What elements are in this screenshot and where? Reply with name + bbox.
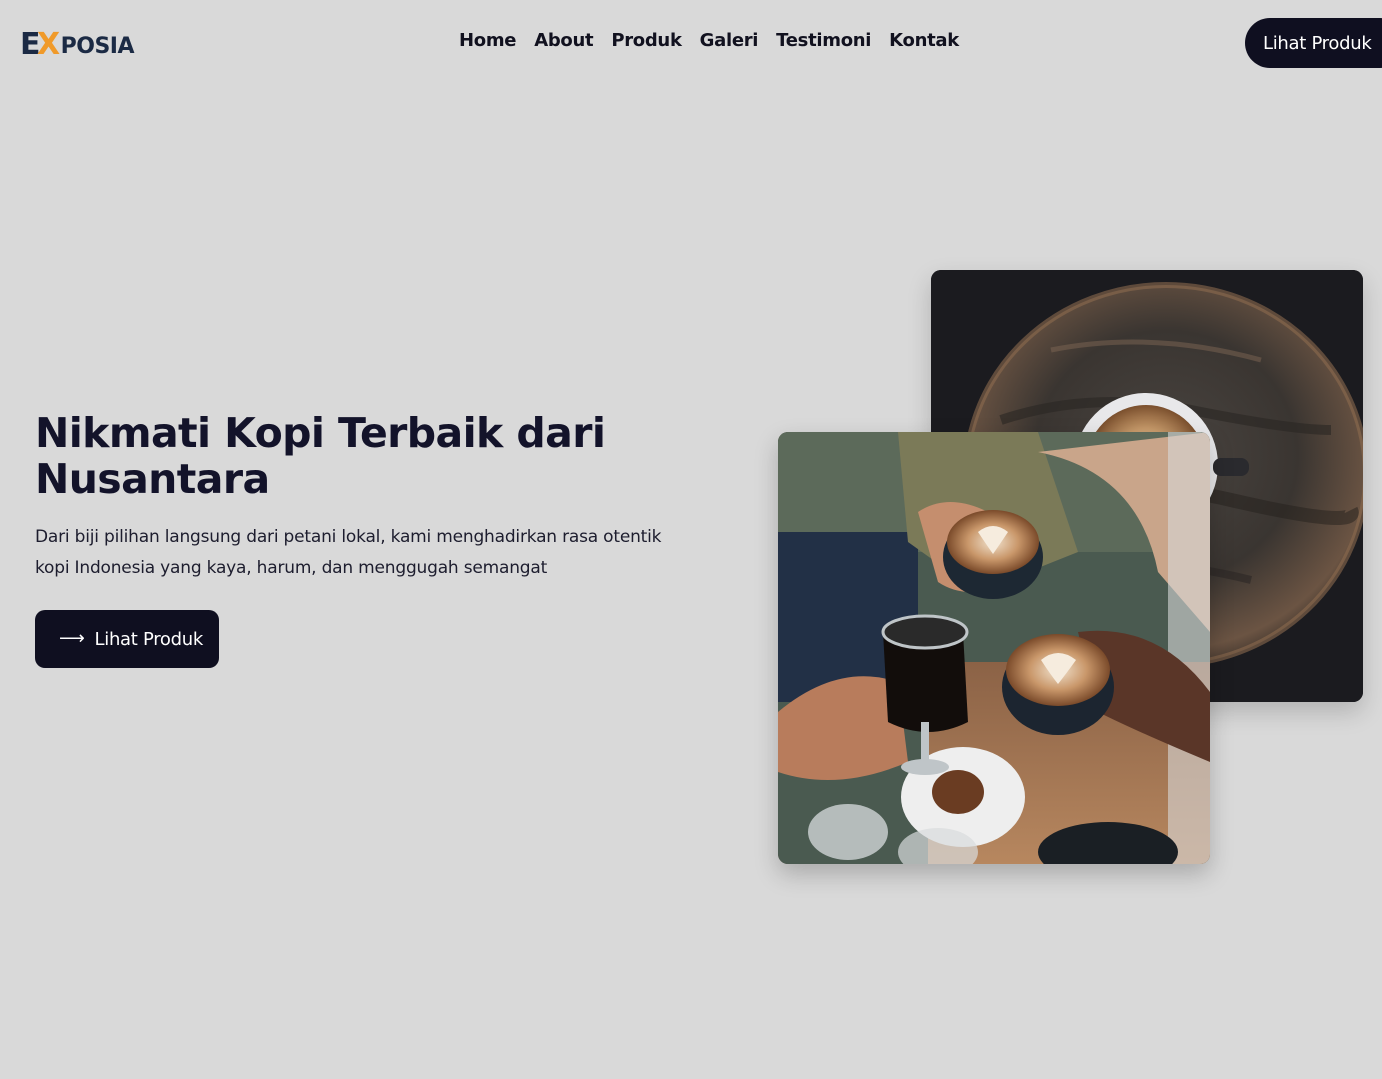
coffee-toast-illustration (778, 432, 1210, 864)
nav-link-about[interactable]: About (534, 30, 593, 51)
nav-item-home: Home (459, 30, 517, 51)
nav-link-produk[interactable]: Produk (611, 30, 682, 51)
hero-lihat-produk-button[interactable]: ⟶ Lihat Produk (35, 610, 219, 668)
nav-item-produk: Produk (611, 30, 682, 51)
main-nav: Home About Produk Galeri Testimoni Konta… (459, 30, 959, 51)
hero-title: Nikmati Kopi Terbaik dari Nusantara (35, 409, 606, 503)
nav-link-kontak[interactable]: Kontak (889, 30, 959, 51)
nav-link-testimoni[interactable]: Testimoni (776, 30, 871, 51)
logo-letter-x: X (37, 27, 60, 62)
hero-button-label: Lihat Produk (94, 628, 204, 650)
hero-description: Dari biji pilihan langsung dari petani l… (35, 527, 662, 578)
header-lihat-produk-button[interactable]: Lihat Produk (1245, 18, 1382, 68)
landing-page: E X POSIA Home About Produk Galeri Testi… (0, 0, 1382, 1079)
arrow-right-icon: ⟶ (59, 628, 85, 649)
nav-item-kontak: Kontak (889, 30, 959, 51)
brand-logo[interactable]: E X POSIA (20, 26, 135, 62)
nav-link-galeri[interactable]: Galeri (700, 30, 759, 51)
hero-image-coffee-toast (778, 432, 1210, 864)
nav-item-galeri: Galeri (700, 30, 759, 51)
nav-link-home[interactable]: Home (459, 30, 517, 51)
nav-item-about: About (534, 30, 593, 51)
logo-wordmark: POSIA (60, 34, 135, 59)
nav-item-testimoni: Testimoni (776, 30, 871, 51)
